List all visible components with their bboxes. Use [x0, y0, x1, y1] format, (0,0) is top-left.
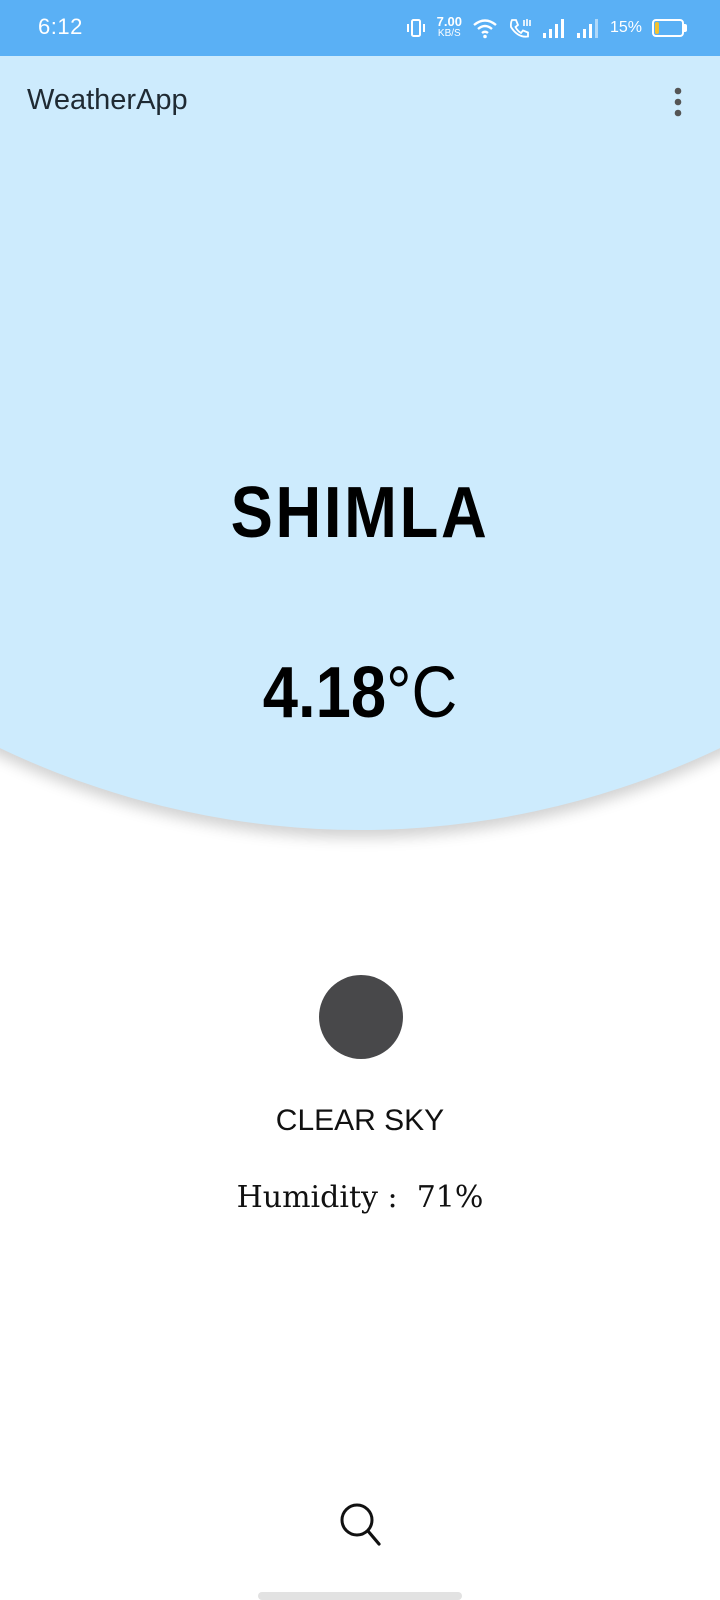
search-button[interactable] [336, 1500, 386, 1550]
status-bar: 6:12 7.00 KB/S 15% [0, 0, 720, 56]
wifi-icon [472, 17, 498, 39]
humidity: Humidity : 71% [0, 1180, 720, 1215]
more-vert-icon [674, 87, 682, 117]
temperature-value: 4.18 [262, 653, 387, 733]
network-speed: 7.00 KB/S [436, 14, 462, 40]
status-time: 6:12 [38, 14, 83, 39]
weather-screen: 6:12 7.00 KB/S 15% WeatherApp SHIMLA 4.1… [0, 0, 720, 1600]
weather-condition-icon [319, 975, 403, 1059]
humidity-value: 71% [416, 1180, 484, 1215]
signal-icon [542, 17, 566, 39]
weather-description: CLEAR SKY [275, 1104, 445, 1137]
home-indicator[interactable] [258, 1592, 462, 1600]
vibrate-icon [405, 17, 427, 39]
humidity-label: Humidity : [236, 1180, 398, 1215]
overflow-menu-button[interactable] [664, 84, 692, 120]
battery-percent: 15% [609, 19, 642, 36]
network-speed-unit: KB/S [437, 28, 461, 39]
city-name: SHIMLA [230, 473, 490, 553]
temperature: 4.18°C [43, 652, 677, 734]
status-icons: 7.00 KB/S 15% [405, 12, 687, 44]
app-title: WeatherApp [27, 84, 188, 116]
battery-icon [652, 19, 687, 37]
signal-icon-2 [576, 17, 600, 39]
search-icon [340, 1503, 381, 1546]
network-speed-value: 7.00 [436, 14, 462, 29]
temperature-unit: °C [386, 653, 458, 733]
volte-call-icon [508, 17, 532, 39]
battery-level-fill [655, 22, 659, 34]
